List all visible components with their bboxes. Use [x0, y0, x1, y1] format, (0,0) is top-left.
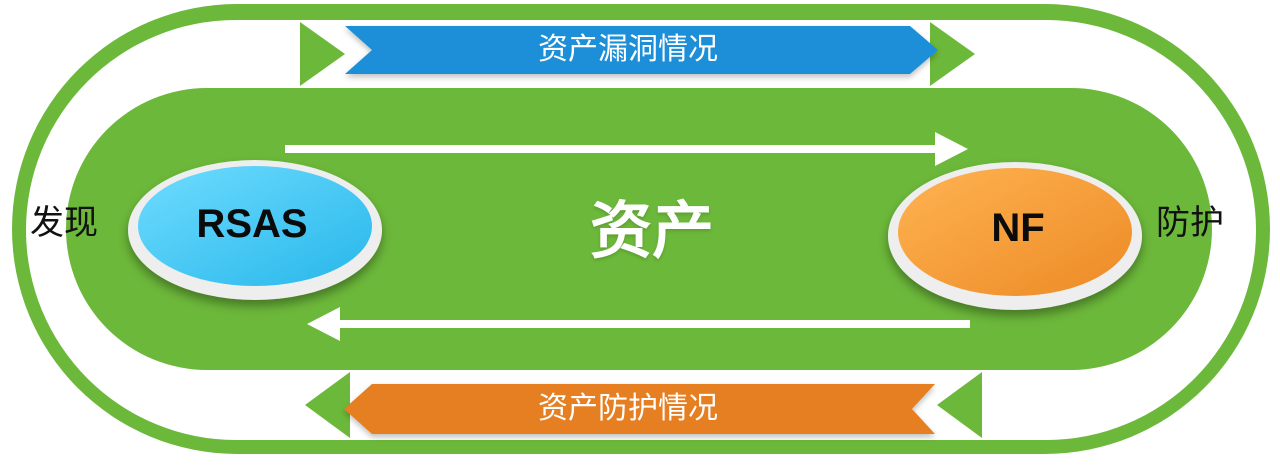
asset-vulnerability-banner-label: 资产漏洞情况 [538, 32, 718, 67]
asset-protection-banner-label: 资产防护情况 [538, 391, 718, 426]
asset-center-title: 资产 [590, 194, 715, 267]
protect-label: 防护 [1156, 203, 1224, 243]
rsas-node-label: RSAS [196, 202, 308, 246]
nf-node-label: NF [991, 206, 1045, 250]
forward-arrow-shaft [285, 145, 945, 153]
return-arrow-shaft [330, 320, 970, 328]
asset-loop-diagram: 发现 防护 资产 RSAS NF 资产漏洞情况 资产防护情况 [0, 0, 1280, 466]
discover-label: 发现 [30, 203, 98, 243]
